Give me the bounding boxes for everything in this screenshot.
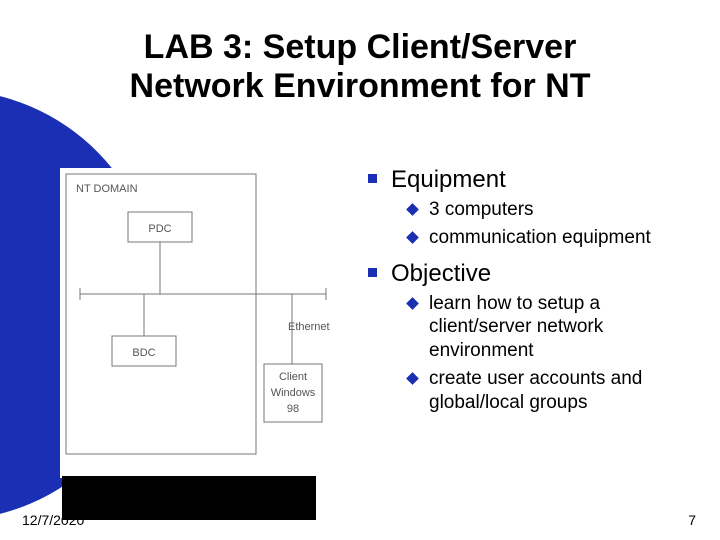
nt-domain-box (66, 174, 256, 454)
diamond-bullet-icon (406, 203, 419, 216)
slide-body: LAB 3: Setup Client/Server Network Envir… (0, 0, 720, 540)
item-text: create user accounts and global/local gr… (429, 367, 698, 415)
slide-title: LAB 3: Setup Client/Server Network Envir… (0, 28, 720, 106)
section-heading-equipment: Equipment (368, 166, 698, 194)
dark-strip-overlay (62, 476, 316, 520)
list-item: create user accounts and global/local gr… (408, 367, 698, 415)
pdc-label: PDC (148, 223, 171, 235)
objective-items: learn how to setup a client/server netwo… (408, 292, 698, 415)
equipment-items: 3 computers communication equipment (408, 198, 698, 250)
nt-domain-label: NT DOMAIN (76, 183, 138, 195)
client-label-3: 98 (287, 403, 299, 415)
title-line-1: LAB 3: Setup Client/Server (144, 28, 577, 66)
client-label-2: Windows (271, 387, 316, 399)
network-diagram: NT DOMAIN PDC BDC Ethernet Client Window… (60, 168, 340, 478)
square-bullet-icon (368, 268, 377, 277)
item-text: learn how to setup a client/server netwo… (429, 292, 698, 363)
square-bullet-icon (368, 174, 377, 183)
list-item: communication equipment (408, 226, 698, 250)
list-item: learn how to setup a client/server netwo… (408, 292, 698, 363)
diamond-bullet-icon (406, 297, 419, 310)
diagram-svg: NT DOMAIN PDC BDC Ethernet Client Window… (60, 168, 340, 478)
heading-text: Objective (391, 260, 491, 288)
bullet-region: Equipment 3 computers communication equi… (368, 166, 698, 424)
footer-page-number: 7 (688, 512, 696, 528)
item-text: 3 computers (429, 198, 534, 222)
item-text: communication equipment (429, 226, 651, 250)
bdc-label: BDC (132, 347, 155, 359)
ethernet-label: Ethernet (288, 321, 330, 333)
heading-text: Equipment (391, 166, 506, 194)
client-label-1: Client (279, 371, 307, 383)
diamond-bullet-icon (406, 372, 419, 385)
list-item: 3 computers (408, 198, 698, 222)
section-heading-objective: Objective (368, 260, 698, 288)
diamond-bullet-icon (406, 231, 419, 244)
title-line-2: Network Environment for NT (130, 67, 591, 105)
